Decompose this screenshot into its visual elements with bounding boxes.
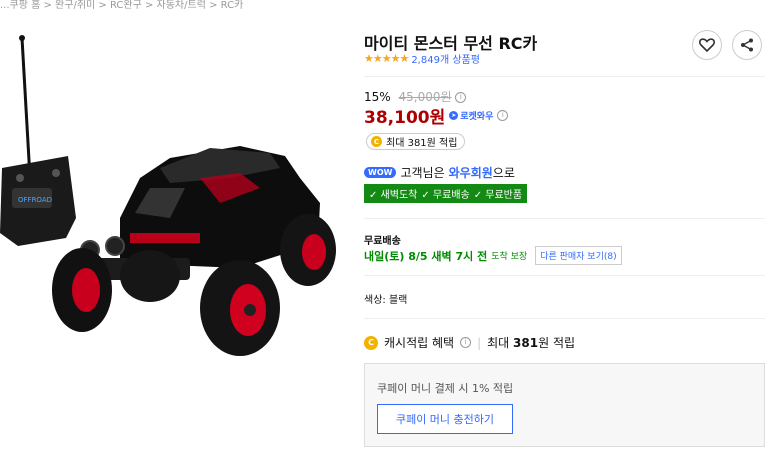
wow-member-row: WOW 고객님은 와우회원 으로 xyxy=(364,164,515,181)
wow-benefits-bar: ✓ 새벽도착 ✓ 무료배송 ✓ 무료반품 xyxy=(364,184,528,203)
cash-label: 캐시적립 혜택 xyxy=(384,336,455,350)
wow-member-link[interactable]: 와우회원 xyxy=(449,164,493,181)
benefit-dawn-delivery: ✓ 새벽도착 xyxy=(369,190,418,201)
coin-icon: C xyxy=(371,136,382,147)
divider xyxy=(364,275,765,276)
divider xyxy=(364,318,765,319)
heart-icon xyxy=(699,38,715,52)
reward-text: 최대 381원 적립 xyxy=(386,138,458,149)
product-rating[interactable]: ★★★★★ 2,849개 상품평 xyxy=(364,51,480,66)
cash-suffix: 원 적립 xyxy=(538,336,576,350)
coupay-panel: 쿠페이 머니 결제 시 1% 적립 쿠페이 머니 충전하기 xyxy=(364,363,765,447)
rocket-wow-badge: ➤ 로켓와우 xyxy=(449,109,493,122)
divider xyxy=(364,218,765,219)
wow-badge: WOW xyxy=(364,167,397,178)
sale-price: 38,100원 xyxy=(364,108,446,128)
delivery-guarantee: 도착 보장 xyxy=(491,252,528,262)
color-option: 색상: 블랙 xyxy=(364,295,408,306)
cash-amount: 381 xyxy=(513,336,539,350)
discount-rate: 15% xyxy=(364,90,391,104)
favorite-button[interactable] xyxy=(692,30,722,60)
cash-prefix: 최대 xyxy=(487,336,510,350)
other-seller-button[interactable]: 다른 판매자 보기(8) xyxy=(535,246,622,265)
coin-icon: C xyxy=(364,335,378,350)
wow-suffix: 으로 xyxy=(492,166,515,180)
reward-badge: C 최대 381원 적립 xyxy=(366,133,466,150)
original-price: 45,000원 xyxy=(398,90,452,104)
shipping-row: 내일(토) 8/5 새벽 7시 전 도착 보장 다른 판매자 보기(8) xyxy=(364,246,622,265)
cash-reward-row: C 캐시적립 혜택 i | 최대 381원 적립 xyxy=(364,334,575,351)
info-icon[interactable]: i xyxy=(497,110,509,121)
info-icon[interactable]: i xyxy=(455,92,467,103)
star-rating: ★★★★★ xyxy=(364,52,409,65)
divider xyxy=(364,76,765,77)
benefit-free-shipping: ✓ 무료배송 xyxy=(421,190,470,201)
sale-price-row: 38,100원 ➤ 로켓와우 i xyxy=(364,103,509,128)
info-icon[interactable]: i xyxy=(460,337,472,348)
coupay-text: 쿠페이 머니 결제 시 1% 적립 xyxy=(377,382,514,395)
rocket-wow-label: 로켓와우 xyxy=(460,112,494,122)
rocket-icon: ➤ xyxy=(449,111,459,120)
coupay-charge-button[interactable]: 쿠페이 머니 충전하기 xyxy=(377,404,513,434)
rc-car-image: OFFROAD xyxy=(0,35,336,356)
shipping-label: 무료배송 xyxy=(364,236,401,247)
svg-text:OFFROAD: OFFROAD xyxy=(18,196,52,204)
delivery-date: 내일(토) 8/5 새벽 7시 전 xyxy=(364,249,488,263)
breadcrumb[interactable]: ...쿠팡 홈 > 완구/취미 > RC완구 > 자동차/트럭 > RC카 xyxy=(0,0,243,11)
product-image[interactable]: OFFROAD xyxy=(0,28,345,358)
share-icon xyxy=(741,38,753,52)
share-button[interactable] xyxy=(732,30,762,60)
cash-max: 최대 381원 적립 xyxy=(487,334,575,351)
wow-prefix: 고객님은 xyxy=(400,166,445,180)
review-count-link[interactable]: 2,849개 상품평 xyxy=(411,51,480,66)
benefit-free-return: ✓ 무료반품 xyxy=(473,190,523,201)
separator: | xyxy=(477,335,482,350)
